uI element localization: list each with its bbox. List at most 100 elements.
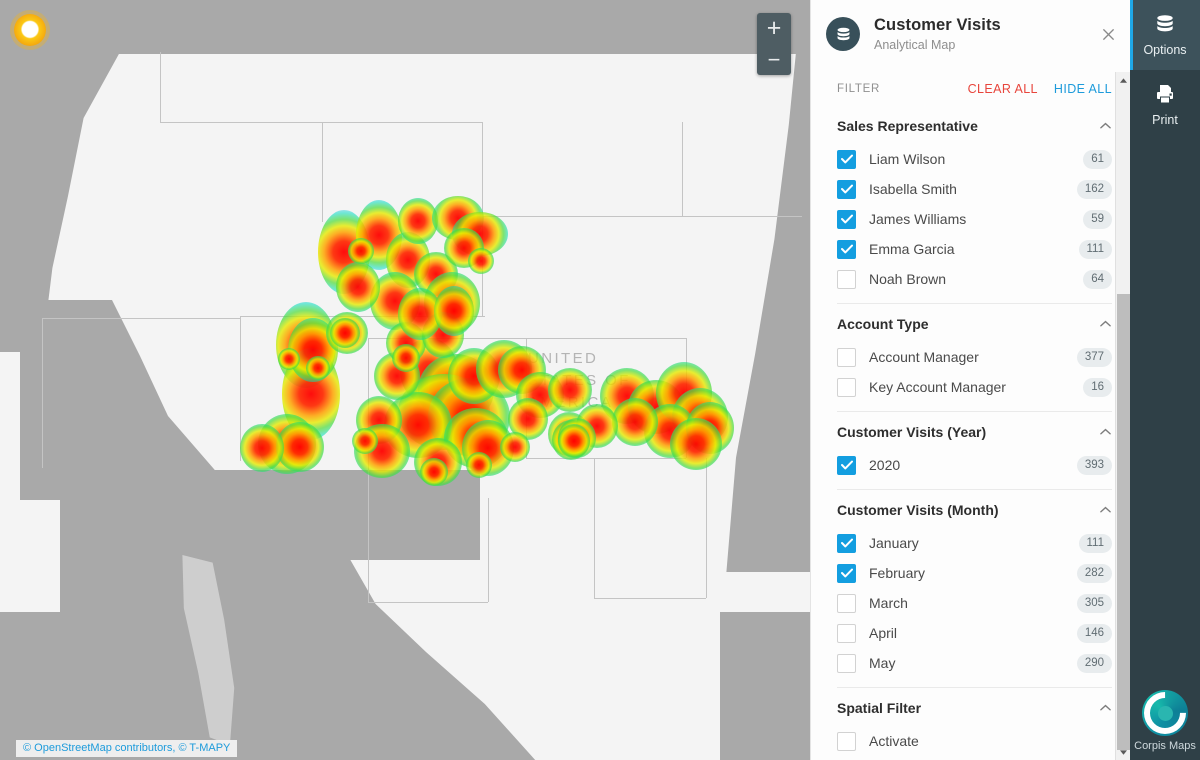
filter-option-label: James Williams [869, 211, 967, 227]
panel-scrollbar[interactable] [1115, 72, 1130, 760]
corpis-maps-logo[interactable]: Corpis Maps [1130, 690, 1200, 752]
filter-option-row[interactable]: James Williams 59 [837, 204, 1112, 234]
filter-option-label: Liam Wilson [869, 151, 946, 167]
filter-option-row[interactable]: March 305 [837, 588, 1112, 618]
map-state-border [240, 316, 485, 317]
filter-section: Spatial Filter Activate [837, 687, 1112, 760]
filter-option-row[interactable]: May 290 [837, 648, 1112, 678]
option-count-badge: 61 [1083, 149, 1112, 169]
filter-option-row[interactable]: Isabella Smith 162 [837, 174, 1112, 204]
map-state-border [42, 318, 240, 319]
zoom-in-button[interactable]: + [757, 13, 791, 44]
map-state-border [526, 458, 686, 459]
filter-checkbox[interactable] [837, 269, 856, 289]
chevron-up-icon[interactable] [1098, 318, 1112, 330]
panel-header: Customer Visits Analytical Map [811, 0, 1130, 72]
option-count-badge: 282 [1076, 563, 1112, 583]
filter-checkbox[interactable] [837, 377, 856, 397]
option-count-badge: 59 [1083, 209, 1112, 229]
filter-section-header[interactable]: Customer Visits (Month) [837, 492, 1112, 528]
option-count-badge: 64 [1083, 269, 1112, 289]
option-count-badge: 16 [1083, 377, 1112, 397]
filter-option-label: Activate [869, 733, 919, 749]
map-state-border [594, 458, 595, 598]
map-state-border [368, 338, 526, 339]
map-country-label-line2: STATES OF [528, 372, 631, 389]
filter-option-row[interactable]: Activate [837, 726, 1112, 756]
filter-section-header[interactable]: Account Type [837, 306, 1112, 342]
filter-checkbox[interactable] [837, 209, 856, 229]
filter-option-label: January [869, 535, 919, 551]
chevron-up-icon[interactable] [1098, 120, 1112, 132]
filter-option-row[interactable]: Noah Brown 64 [837, 264, 1112, 294]
right-toolbar: Options Print Corpis Maps [1130, 0, 1200, 760]
filter-section-header[interactable]: Spatial Filter [837, 690, 1112, 726]
filter-section-title: Spatial Filter [837, 700, 922, 716]
scrollbar-thumb[interactable] [1117, 294, 1130, 750]
filter-section: Customer Visits (Year) 2020 393 [837, 411, 1112, 480]
map-state-border [526, 338, 686, 339]
filter-section: Customer Visits (Month) January 111 Februar… [837, 489, 1112, 678]
map-state-border [240, 316, 241, 461]
filter-option-row[interactable]: Account Manager 377 [837, 342, 1112, 372]
filter-sections-scroll[interactable]: Sales Representative Liam Wilson 61 Isabell… [811, 106, 1130, 760]
filter-checkbox[interactable] [837, 239, 856, 259]
filter-option-row[interactable]: Emma Garcia 111 [837, 234, 1112, 264]
rail-item-label: Print [1152, 113, 1178, 127]
filter-checkbox[interactable] [837, 347, 856, 367]
filter-option-row[interactable]: April 146 [837, 618, 1112, 648]
logo-label: Corpis Maps [1134, 740, 1196, 752]
map-state-border [160, 122, 322, 123]
filter-option-label: Emma Garcia [869, 241, 955, 257]
filter-section: Sales Representative Liam Wilson 61 Isabell… [837, 106, 1112, 294]
chevron-up-icon[interactable] [1098, 426, 1112, 438]
option-count-badge: 111 [1078, 239, 1112, 259]
filter-option-label: Noah Brown [869, 271, 947, 287]
close-icon[interactable] [1098, 27, 1118, 47]
scroll-down-arrow[interactable] [1116, 744, 1131, 760]
filter-checkbox[interactable] [837, 149, 856, 169]
chevron-up-icon[interactable] [1098, 504, 1112, 516]
filter-option-label: May [869, 655, 896, 671]
filter-checkbox[interactable] [837, 563, 856, 583]
scroll-up-arrow[interactable] [1116, 72, 1131, 88]
filter-option-row[interactable]: Key Account Manager 16 [837, 372, 1112, 402]
location-marker-icon[interactable] [14, 14, 46, 46]
option-count-badge: 393 [1076, 455, 1112, 475]
printer-icon [1154, 83, 1176, 108]
filter-checkbox[interactable] [837, 533, 856, 553]
map-region-canada [0, 0, 810, 54]
zoom-out-button[interactable]: − [757, 44, 791, 75]
filter-checkbox[interactable] [837, 455, 856, 475]
clear-all-button[interactable]: CLEAR ALL [968, 82, 1038, 96]
filter-checkbox[interactable] [837, 731, 856, 751]
panel-title: Customer Visits [874, 16, 1001, 34]
filter-option-row[interactable]: January 111 [837, 528, 1112, 558]
filter-checkbox[interactable] [837, 653, 856, 673]
filter-section-header[interactable]: Customer Visits (Year) [837, 414, 1112, 450]
hide-all-button[interactable]: HIDE ALL [1054, 82, 1112, 96]
filter-option-row[interactable]: Liam Wilson 61 [837, 144, 1112, 174]
filter-checkbox[interactable] [837, 623, 856, 643]
filter-option-label: March [869, 595, 908, 611]
filter-option-row[interactable]: February 282 [837, 558, 1112, 588]
map-state-border [322, 122, 482, 123]
map-canvas[interactable]: UNITED STATES OF AMERICA + − © OpenStree… [0, 0, 810, 760]
rail-item-print[interactable]: Print [1130, 70, 1200, 140]
map-zoom-control[interactable]: + − [757, 13, 791, 75]
database-icon [826, 17, 860, 51]
filter-option-row[interactable]: 2020 393 [837, 450, 1112, 480]
filter-checkbox[interactable] [837, 593, 856, 613]
filter-label: FILTER [837, 83, 880, 95]
map-state-border [682, 122, 683, 217]
filter-section-title: Customer Visits (Year) [837, 424, 987, 440]
rail-item-options[interactable]: Options [1130, 0, 1200, 70]
filter-option-label: February [869, 565, 926, 581]
option-count-badge: 377 [1076, 347, 1112, 367]
map-attribution[interactable]: © OpenStreetMap contributors, © T-MAPY [16, 740, 238, 757]
database-icon [1154, 13, 1176, 38]
map-state-border [706, 458, 707, 598]
chevron-up-icon[interactable] [1098, 702, 1112, 714]
filter-section-header[interactable]: Sales Representative [837, 108, 1112, 144]
filter-checkbox[interactable] [837, 179, 856, 199]
